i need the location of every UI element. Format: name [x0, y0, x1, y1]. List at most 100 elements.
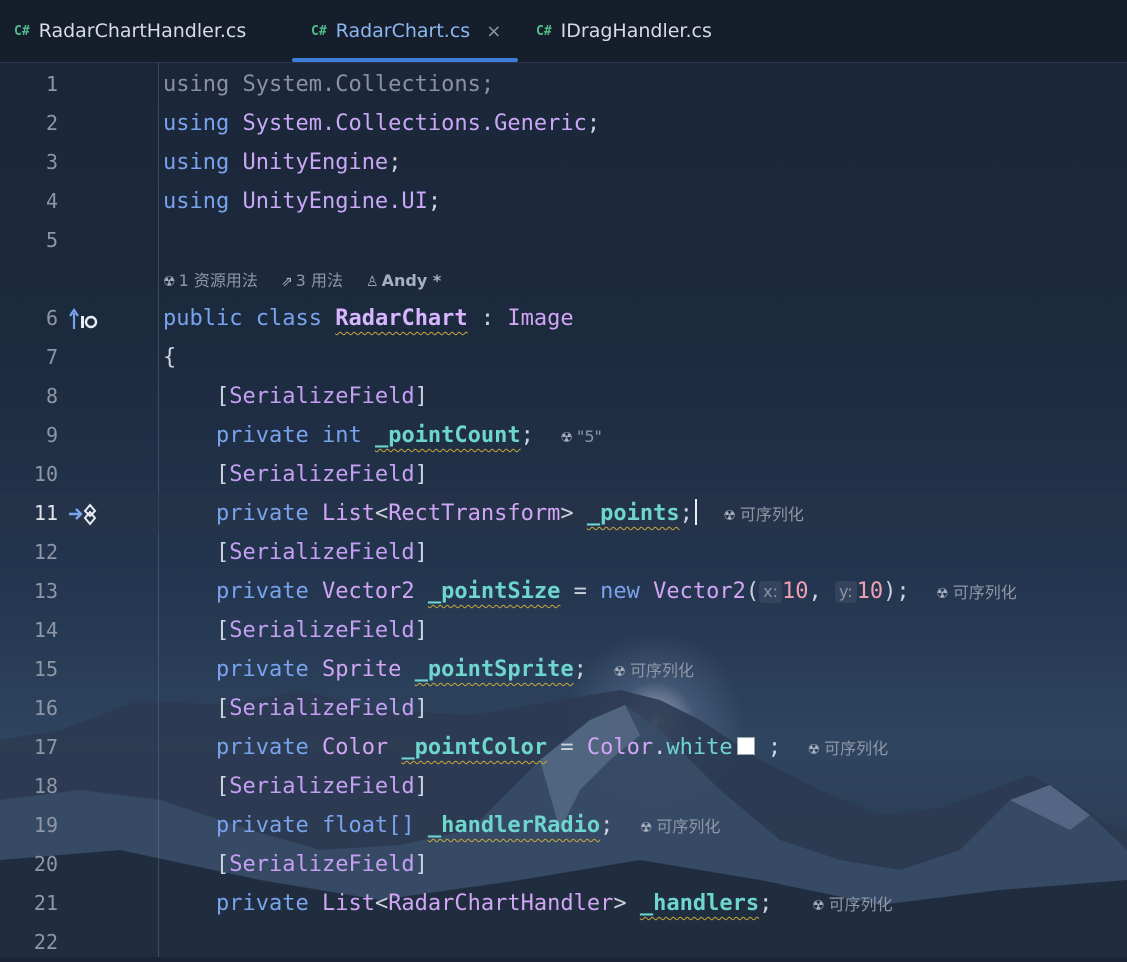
code-line: 5	[0, 221, 1127, 260]
csharp-file-icon: C#	[14, 23, 30, 39]
line-number: 15	[33, 657, 58, 681]
line-number: 9	[45, 423, 58, 447]
serializable-hint[interactable]: ☢ 可序列化	[936, 583, 1017, 602]
line-number: 22	[33, 930, 58, 954]
line-number: 1	[45, 72, 58, 96]
code-text: using UnityEngine.UI;	[163, 189, 442, 214]
param-hint-y: y:	[834, 581, 857, 603]
code-line: 8 [SerializeField]	[0, 377, 1127, 416]
line-number: 21	[33, 891, 58, 915]
code-line: 16 [SerializeField]	[0, 689, 1127, 728]
code-line: 9 private int _pointCount; ☢ "5"	[0, 416, 1127, 455]
code-line: 22	[0, 923, 1127, 962]
author-link[interactable]: ♙ Andy *	[366, 271, 441, 290]
code-line: 1 using System.Collections;	[0, 65, 1127, 104]
line-number: 11	[33, 501, 58, 525]
code-line: 12 [SerializeField]	[0, 533, 1127, 572]
line-number: 18	[33, 774, 58, 798]
code-text: [SerializeField]	[215, 540, 428, 565]
tab-label: RadarChart.cs	[335, 20, 471, 42]
code-line: 2 using System.Collections.Generic;	[0, 104, 1127, 143]
csharp-file-icon: C#	[311, 23, 327, 39]
user-icon: ♙	[366, 274, 379, 290]
code-text: private float[] _handlerRadio; ☢ 可序列化	[215, 813, 721, 838]
code-text: private Color _pointColor = Color.white …	[215, 735, 889, 760]
editor-tab-bar: C# RadarChartHandler.cs C# RadarChart.cs…	[0, 0, 1127, 63]
tab-radarchart[interactable]: C# RadarChart.cs ×	[311, 0, 501, 62]
line-number: 10	[33, 462, 58, 486]
code-line: 13 private Vector2 _pointSize = new Vect…	[0, 572, 1127, 611]
code-line: 7 {	[0, 338, 1127, 377]
code-text: using System.Collections.Generic;	[163, 111, 601, 136]
text-caret	[694, 499, 697, 525]
code-line: 17 private Color _pointColor = Color.whi…	[0, 728, 1127, 767]
line-number: 3	[45, 150, 58, 174]
serializable-hint[interactable]: ☢ 可序列化	[640, 817, 721, 836]
code-text: [SerializeField]	[215, 462, 428, 487]
implements-icon[interactable]	[68, 307, 98, 331]
code-line: 4 using UnityEngine.UI;	[0, 182, 1127, 221]
code-line: 15 private Sprite _pointSprite; ☢ 可序列化	[0, 650, 1127, 689]
code-text: [SerializeField]	[215, 774, 428, 799]
close-icon[interactable]: ×	[486, 21, 501, 42]
serializable-hint[interactable]: ☢ 可序列化	[613, 661, 694, 680]
code-text: private Sprite _pointSprite; ☢ 可序列化	[215, 657, 694, 682]
line-number: 4	[45, 189, 58, 213]
serializable-hint[interactable]: ☢ 可序列化	[808, 739, 889, 758]
tab-label: RadarChartHandler.cs	[38, 20, 247, 42]
code-line: 6 public class RadarChart : Image	[0, 299, 1127, 338]
code-text: [SerializeField]	[215, 618, 428, 643]
serialized-value-hint[interactable]: ☢ "5"	[560, 427, 601, 446]
code-line: 19 private float[] _handlerRadio; ☢ 可序列化	[0, 806, 1127, 845]
line-number: 2	[45, 111, 58, 135]
serializable-hint[interactable]: ☢ 可序列化	[812, 895, 893, 914]
tab-radarcharthandler[interactable]: C# RadarChartHandler.cs	[14, 0, 246, 62]
tab-idraghandler[interactable]: C# IDragHandler.cs	[536, 0, 712, 62]
code-text: private List<RectTransform> _points; ☢ 可序…	[215, 499, 804, 526]
unity-icon: ☢	[812, 898, 825, 914]
line-number: 8	[45, 384, 58, 408]
usages-icon: ⇗	[280, 274, 293, 290]
line-number: 19	[33, 813, 58, 837]
unity-icon: ☢	[936, 586, 949, 602]
code-line: 20 [SerializeField]	[0, 845, 1127, 884]
code-line: 18 [SerializeField]	[0, 767, 1127, 806]
unity-icon: ☢	[163, 274, 176, 290]
code-line: 14 [SerializeField]	[0, 611, 1127, 650]
line-number: 5	[45, 228, 58, 252]
code-line: 21 private List<RadarChartHandler> _hand…	[0, 884, 1127, 923]
line-number: 14	[33, 618, 58, 642]
code-editor[interactable]: 1 using System.Collections; 2 using Syst…	[0, 62, 1127, 957]
code-text: private int _pointCount; ☢ "5"	[215, 423, 602, 448]
tab-label: IDragHandler.cs	[560, 20, 712, 42]
resource-usages-link[interactable]: ☢ 1 资源用法	[163, 271, 258, 290]
color-swatch[interactable]	[736, 737, 755, 755]
code-text: [SerializeField]	[215, 696, 428, 721]
code-text: public class RadarChart : Image	[163, 306, 574, 331]
line-number: 16	[33, 696, 58, 720]
serializable-hint[interactable]: ☢ 可序列化	[723, 505, 804, 524]
code-text: using System.Collections;	[163, 72, 495, 97]
line-number: 13	[33, 579, 58, 603]
unity-icon: ☢	[723, 508, 736, 524]
usages-link[interactable]: ⇗ 3 用法	[281, 271, 343, 290]
line-number: 20	[33, 852, 58, 876]
code-text: [SerializeField]	[215, 852, 428, 877]
line-number: 7	[45, 345, 58, 369]
code-line: 10 [SerializeField]	[0, 455, 1127, 494]
code-text: using UnityEngine;	[163, 150, 402, 175]
line-number: 12	[33, 540, 58, 564]
code-text: private List<RadarChartHandler> _handler…	[215, 891, 893, 916]
unity-icon: ☢	[639, 820, 653, 836]
unity-icon: ☢	[807, 742, 821, 758]
line-number: 17	[33, 735, 58, 759]
csharp-file-icon: C#	[536, 23, 552, 39]
code-lens: ☢ 1 资源用法 ⇗ 3 用法 ♙ Andy *	[163, 262, 459, 300]
unity-icon: ☢	[560, 430, 573, 446]
override-icon[interactable]	[68, 502, 98, 526]
code-text: {	[163, 345, 177, 370]
code-line: 3 using UnityEngine;	[0, 143, 1127, 182]
unity-icon: ☢	[613, 664, 626, 680]
active-tab-indicator	[292, 58, 518, 62]
code-text: private Vector2 _pointSize = new Vector2…	[215, 579, 1017, 604]
